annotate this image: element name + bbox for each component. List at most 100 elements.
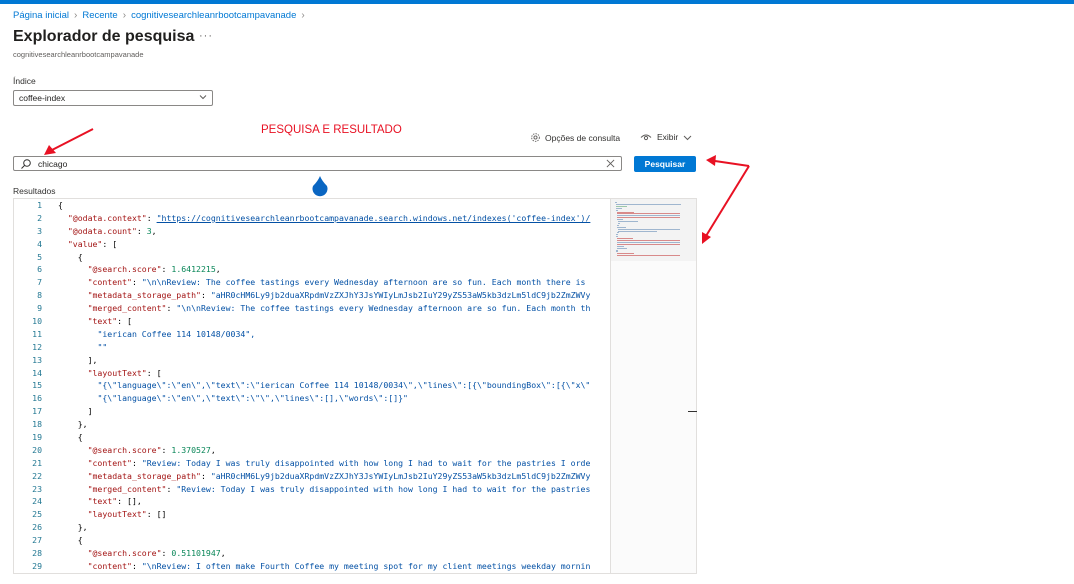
chevron-down-icon [199, 95, 207, 100]
line-number: 12 [32, 341, 42, 352]
index-selected-value: coffee-index [19, 93, 66, 103]
line-text: "{\"language\":\"en\",\"text\":\"\",\"li… [97, 393, 408, 404]
minimap-line [615, 203, 682, 205]
line-number: 17 [32, 406, 42, 417]
line-number: 3 [37, 225, 42, 236]
code-line[interactable]: 14 "layoutText": [ [14, 367, 610, 380]
index-dropdown[interactable]: coffee-index [13, 90, 213, 106]
minimap-line [615, 205, 627, 207]
code-line[interactable]: 27 { [14, 534, 610, 547]
minimap-line [616, 234, 619, 236]
results-code[interactable]: 1{2 "@odata.context": "https://cognitive… [14, 199, 610, 573]
line-number: 5 [37, 251, 42, 262]
line-text: "@odata.count": 3, [67, 225, 157, 236]
search-button[interactable]: Pesquisar [634, 156, 696, 172]
line-text: "content": "\n\nReview: The coffee tasti… [87, 277, 586, 288]
line-text: "@odata.context": "https://cognitivesear… [67, 212, 591, 223]
code-line[interactable]: 15 "{\"language\":\"en\",\"text\":\"ieri… [14, 379, 610, 392]
arrow-to-search-button [706, 155, 750, 167]
code-line[interactable]: 28 "@search.score": 0.51101947, [14, 547, 610, 560]
line-number: 23 [32, 483, 42, 494]
code-line[interactable]: 6 "@search.score": 1.6412215, [14, 263, 610, 276]
code-line[interactable]: 2 "@odata.context": "https://cognitivese… [14, 212, 610, 225]
line-text: { [58, 432, 83, 443]
minimap-line [616, 236, 619, 238]
search-icon [21, 158, 31, 169]
line-text: "text": [], [87, 496, 142, 507]
line-text: "text": [ [87, 316, 132, 327]
line-number: 24 [32, 496, 42, 507]
line-number: 8 [37, 290, 42, 301]
minimap-line [617, 228, 680, 230]
portal-top-bar [0, 0, 1074, 4]
line-number: 14 [32, 367, 42, 378]
breadcrumb-recent[interactable]: Recente [82, 10, 117, 21]
scrollbar-indicator[interactable] [688, 411, 697, 412]
search-input[interactable] [38, 158, 598, 169]
code-line[interactable]: 19 { [14, 431, 610, 444]
line-number: 29 [32, 560, 42, 571]
view-button[interactable]: Exibir [640, 132, 697, 142]
line-text: "layoutText": [] [87, 509, 167, 520]
code-line[interactable]: 25 "layoutText": [] [14, 508, 610, 521]
code-line[interactable]: 22 "metadata_storage_path": "aHR0cHM6Ly9… [14, 470, 610, 483]
minimap-line [617, 240, 681, 241]
line-number: 9 [37, 303, 42, 314]
code-line[interactable]: 16 "{\"language\":\"en\",\"text\":\"\",\… [14, 392, 610, 405]
annotation-title: PESQUISA E RESULTADO [261, 124, 402, 136]
code-line[interactable]: 8 "metadata_storage_path": "aHR0cHM6Ly9j… [14, 289, 610, 302]
breadcrumb-home[interactable]: Página inicial [13, 10, 69, 21]
code-line[interactable]: 10 "text": [ [14, 315, 610, 328]
code-line[interactable]: 20 "@search.score": 1.370527, [14, 444, 610, 457]
chevron-right-icon: › [122, 10, 127, 21]
code-line[interactable]: 18 }, [14, 418, 610, 431]
line-number: 16 [32, 393, 42, 404]
code-line[interactable]: 13 ], [14, 354, 610, 367]
code-line[interactable]: 5 { [14, 251, 610, 264]
minimap-line [617, 215, 681, 217]
line-text: "merged_content": "Review: Today I was t… [87, 483, 591, 494]
breadcrumb-service[interactable]: cognitivesearchleanrbootcampavanade [131, 10, 296, 21]
line-number: 25 [32, 509, 42, 520]
code-line[interactable]: 4 "value": [ [14, 238, 610, 251]
code-line[interactable]: 29 "content": "\nReview: I often make Fo… [14, 560, 610, 573]
code-line[interactable]: 17 ] [14, 405, 610, 418]
minimap-line [617, 222, 620, 224]
code-line[interactable]: 9 "merged_content": "\n\nReview: The cof… [14, 302, 610, 315]
line-number: 26 [32, 522, 42, 533]
minimap-line [616, 251, 619, 253]
query-options-button[interactable]: Opções de consulta [530, 132, 620, 143]
close-icon[interactable] [606, 159, 615, 168]
chevron-right-icon: › [301, 10, 305, 21]
code-line[interactable]: 3 "@odata.count": 3, [14, 225, 610, 238]
code-line[interactable]: 26 }, [14, 521, 610, 534]
results-editor[interactable]: 1{2 "@odata.context": "https://cognitive… [13, 198, 697, 574]
minimap-line [617, 224, 620, 226]
line-text: "content": "Review: Today I was truly di… [87, 457, 591, 468]
line-number: 4 [37, 238, 42, 249]
breadcrumb: Página inicial › Recente › cognitivesear… [13, 10, 310, 21]
code-line[interactable]: 7 "content": "\n\nReview: The coffee tas… [14, 276, 610, 289]
editor-minimap[interactable] [610, 199, 696, 573]
minimap-line [617, 255, 681, 257]
chevron-down-icon [683, 135, 692, 140]
minimap-line [617, 217, 681, 219]
code-line[interactable]: 24 "text": [], [14, 495, 610, 508]
minimap-line [617, 247, 627, 249]
gear-icon [531, 133, 540, 142]
line-text: "metadata_storage_path": "aHR0cHM6Ly9jb2… [87, 470, 591, 481]
line-number: 20 [32, 444, 42, 455]
line-text: "ierican Coffee 114 10148/0034", [97, 328, 256, 339]
eye-icon [640, 134, 652, 140]
code-line[interactable]: 21 "content": "Review: Today I was truly… [14, 457, 610, 470]
line-number: 18 [32, 419, 42, 430]
more-options-button[interactable]: ··· [199, 30, 213, 42]
page-title: Explorador de pesquisa [13, 28, 195, 45]
cursor-marker-icon [312, 176, 328, 197]
code-line[interactable]: 11 "ierican Coffee 114 10148/0034", [14, 328, 610, 341]
code-line[interactable]: 23 "merged_content": "Review: Today I wa… [14, 483, 610, 496]
line-text: "@search.score": 0.51101947, [87, 548, 226, 559]
code-line[interactable]: 1{ [14, 199, 610, 212]
code-line[interactable]: 12 "" [14, 341, 610, 354]
line-text: "@search.score": 1.370527, [87, 444, 216, 455]
